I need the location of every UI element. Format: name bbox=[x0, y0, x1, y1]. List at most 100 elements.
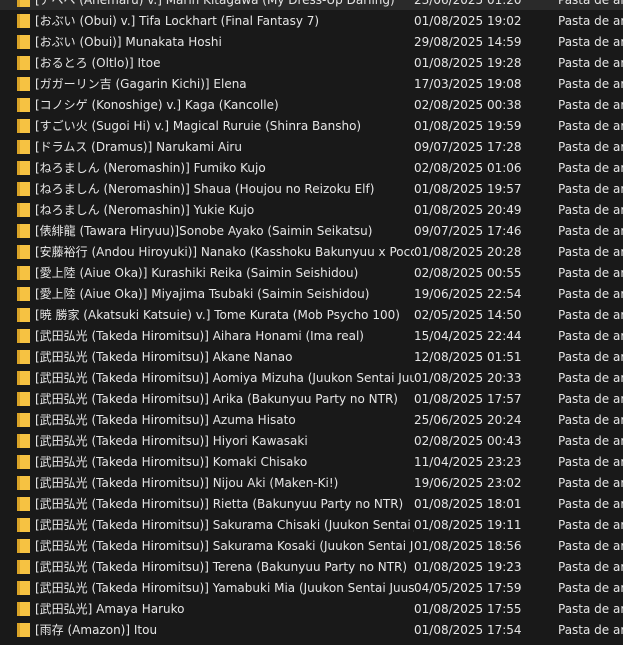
file-name: [雨存 (Amazon)] Itou bbox=[35, 623, 158, 637]
file-type: Pasta de arq bbox=[558, 307, 623, 322]
file-date-modified: 19/06/2025 23:02 bbox=[414, 475, 522, 490]
file-list: [アベベ (Anemaru) v.] Marin Kitagawa (My Dr… bbox=[0, 0, 623, 640]
file-name: [ドラムス (Dramus)] Narukami Airu bbox=[35, 140, 242, 154]
file-row[interactable]: [武田弘光 (Takeda Hiromitsu)] Nijou Aki (Mak… bbox=[0, 472, 623, 493]
file-name: [武田弘光 (Takeda Hiromitsu)] Azuma Hisato bbox=[35, 413, 296, 427]
file-date-modified: 02/08/2025 00:38 bbox=[414, 97, 522, 112]
file-type: Pasta de arq bbox=[558, 580, 623, 595]
file-row[interactable]: [武田弘光 (Takeda Hiromitsu)] Aihara Honami … bbox=[0, 325, 623, 346]
file-date-modified: 01/08/2025 19:23 bbox=[414, 559, 522, 574]
folder-icon bbox=[17, 265, 30, 280]
file-type: Pasta de arq bbox=[558, 202, 623, 217]
file-row[interactable]: [武田弘光 (Takeda Hiromitsu)] Terena (Bakuny… bbox=[0, 556, 623, 577]
file-row[interactable]: [武田弘光] Amaya Haruko 01/08/2025 17:55 Pas… bbox=[0, 598, 623, 619]
file-type: Pasta de arq bbox=[558, 181, 623, 196]
file-row[interactable]: [コノシゲ (Konoshige) v.] Kaga (Kancolle) 02… bbox=[0, 94, 623, 115]
file-name: [安藤裕行 (Andou Hiroyuki)] Nanako (Kasshoku… bbox=[35, 245, 414, 259]
folder-icon bbox=[17, 433, 30, 448]
file-date-modified: 01/08/2025 18:01 bbox=[414, 496, 522, 511]
file-row[interactable]: [ドラムス (Dramus)] Narukami Airu 09/07/2025… bbox=[0, 136, 623, 157]
file-row[interactable]: [暁 勝家 (Akatsuki Katsuie) v.] Tome Kurata… bbox=[0, 304, 623, 325]
file-date-modified: 01/08/2025 17:57 bbox=[414, 391, 522, 406]
file-type: Pasta de arq bbox=[558, 454, 623, 469]
folder-icon bbox=[17, 202, 30, 217]
folder-icon bbox=[17, 454, 30, 469]
file-date-modified: 09/07/2025 17:46 bbox=[414, 223, 522, 238]
file-row[interactable]: [武田弘光 (Takeda Hiromitsu)] Rietta (Bakuny… bbox=[0, 493, 623, 514]
file-row[interactable]: [ねろましん (Neromashin)] Yukie Kujo 01/08/20… bbox=[0, 199, 623, 220]
file-row[interactable]: [おぶい (Obui) v.] Tifa Lockhart (Final Fan… bbox=[0, 10, 623, 31]
file-row[interactable]: [おるとろ (Oltlo)] Itoe 01/08/2025 19:28 Pas… bbox=[0, 52, 623, 73]
file-type: Pasta de arq bbox=[558, 370, 623, 385]
folder-icon bbox=[17, 0, 30, 7]
file-date-modified: 15/04/2025 22:44 bbox=[414, 328, 522, 343]
file-type: Pasta de arq bbox=[558, 286, 623, 301]
file-row[interactable]: [武田弘光 (Takeda Hiromitsu)] Sakurama Kosak… bbox=[0, 535, 623, 556]
file-row[interactable]: [武田弘光 (Takeda Hiromitsu)] Arika (Bakunyu… bbox=[0, 388, 623, 409]
folder-icon bbox=[17, 496, 30, 511]
file-date-modified: 01/08/2025 20:49 bbox=[414, 202, 522, 217]
file-name: [武田弘光 (Takeda Hiromitsu)] Terena (Bakuny… bbox=[35, 560, 408, 574]
file-type: Pasta de arq bbox=[558, 328, 623, 343]
file-date-modified: 25/06/2025 20:24 bbox=[414, 412, 522, 427]
folder-icon bbox=[17, 181, 30, 196]
file-row[interactable]: [武田弘光 (Takeda Hiromitsu)] Komaki Chisako… bbox=[0, 451, 623, 472]
folder-icon bbox=[17, 538, 30, 553]
file-type: Pasta de arq bbox=[558, 517, 623, 532]
file-row[interactable]: [武田弘光 (Takeda Hiromitsu)] Azuma Hisato 2… bbox=[0, 409, 623, 430]
file-date-modified: 04/05/2025 17:59 bbox=[414, 580, 522, 595]
file-row[interactable]: [雨存 (Amazon)] Itou 01/08/2025 17:54 Past… bbox=[0, 619, 623, 640]
folder-icon bbox=[17, 244, 30, 259]
file-date-modified: 09/07/2025 17:28 bbox=[414, 139, 522, 154]
folder-icon bbox=[17, 370, 30, 385]
file-name: [愛上陸 (Aiue Oka)] Kurashiki Reika (Saimin… bbox=[35, 266, 359, 280]
folder-icon bbox=[17, 160, 30, 175]
file-date-modified: 01/08/2025 20:33 bbox=[414, 370, 522, 385]
file-date-modified: 23/06/2025 01:20 bbox=[414, 0, 558, 7]
file-name: [俵緋龍 (Tawara Hiryuu)]Sonobe Ayako (Saimi… bbox=[35, 224, 373, 238]
file-name: [武田弘光 (Takeda Hiromitsu)] Rietta (Bakuny… bbox=[35, 497, 404, 511]
folder-icon bbox=[17, 517, 30, 532]
folder-icon bbox=[17, 139, 30, 154]
folder-icon bbox=[17, 622, 30, 637]
file-row[interactable]: [武田弘光 (Takeda Hiromitsu)] Aomiya Mizuha … bbox=[0, 367, 623, 388]
file-name: [暁 勝家 (Akatsuki Katsuie) v.] Tome Kurata… bbox=[35, 308, 400, 322]
file-row[interactable]: [ガガーリン吉 (Gagarin Kichi)] Elena 17/03/202… bbox=[0, 73, 623, 94]
file-date-modified: 01/08/2025 19:57 bbox=[414, 181, 522, 196]
folder-icon bbox=[17, 580, 30, 595]
folder-icon bbox=[17, 286, 30, 301]
file-type: Pasta de arq bbox=[558, 223, 623, 238]
file-date-modified: 12/08/2025 01:51 bbox=[414, 349, 522, 364]
file-row[interactable]: [アベベ (Anemaru) v.] Marin Kitagawa (My Dr… bbox=[0, 0, 623, 10]
file-name: [ねろましん (Neromashin)] Yukie Kujo bbox=[35, 203, 255, 217]
file-row[interactable]: [愛上陸 (Aiue Oka)] Miyajima Tsubaki (Saimi… bbox=[0, 283, 623, 304]
file-type: Pasta de arq bbox=[558, 118, 623, 133]
file-type: Pasta de arq bbox=[558, 601, 623, 616]
folder-icon bbox=[17, 97, 30, 112]
file-date-modified: 11/04/2025 23:23 bbox=[414, 454, 522, 469]
file-row[interactable]: [ねろましん (Neromashin)] Fumiko Kujo 02/08/2… bbox=[0, 157, 623, 178]
file-name: [武田弘光 (Takeda Hiromitsu)] Komaki Chisako bbox=[35, 455, 308, 469]
file-row[interactable]: [愛上陸 (Aiue Oka)] Kurashiki Reika (Saimin… bbox=[0, 262, 623, 283]
file-row[interactable]: [武田弘光 (Takeda Hiromitsu)] Sakurama Chisa… bbox=[0, 514, 623, 535]
file-row[interactable]: [武田弘光 (Takeda Hiromitsu)] Hiyori Kawasak… bbox=[0, 430, 623, 451]
file-type: Pasta de arq bbox=[558, 0, 623, 7]
file-name: [武田弘光 (Takeda Hiromitsu)] Arika (Bakunyu… bbox=[35, 392, 398, 406]
file-row[interactable]: [武田弘光 (Takeda Hiromitsu)] Yamabuki Mia (… bbox=[0, 577, 623, 598]
file-date-modified: 01/08/2025 18:56 bbox=[414, 538, 522, 553]
folder-icon bbox=[17, 601, 30, 616]
folder-icon bbox=[17, 391, 30, 406]
file-row[interactable]: [俵緋龍 (Tawara Hiryuu)]Sonobe Ayako (Saimi… bbox=[0, 220, 623, 241]
file-row[interactable]: [安藤裕行 (Andou Hiroyuki)] Nanako (Kasshoku… bbox=[0, 241, 623, 262]
file-date-modified: 01/08/2025 17:54 bbox=[414, 622, 522, 637]
file-row[interactable]: [ねろましん (Neromashin)] Shaua (Houjou no Re… bbox=[0, 178, 623, 199]
file-name: [武田弘光 (Takeda Hiromitsu)] Akane Nanao bbox=[35, 350, 293, 364]
folder-icon bbox=[17, 76, 30, 91]
file-row[interactable]: [武田弘光 (Takeda Hiromitsu)] Akane Nanao 12… bbox=[0, 346, 623, 367]
file-type: Pasta de arq bbox=[558, 55, 623, 70]
file-name: [すごい火 (Sugoi Hi) v.] Magical Ruruie (Shi… bbox=[35, 119, 362, 133]
file-row[interactable]: [すごい火 (Sugoi Hi) v.] Magical Ruruie (Shi… bbox=[0, 115, 623, 136]
folder-icon bbox=[17, 223, 30, 238]
file-date-modified: 02/05/2025 14:50 bbox=[414, 307, 522, 322]
file-row[interactable]: [おぶい (Obui)] Munakata Hoshi 29/08/2025 1… bbox=[0, 31, 623, 52]
